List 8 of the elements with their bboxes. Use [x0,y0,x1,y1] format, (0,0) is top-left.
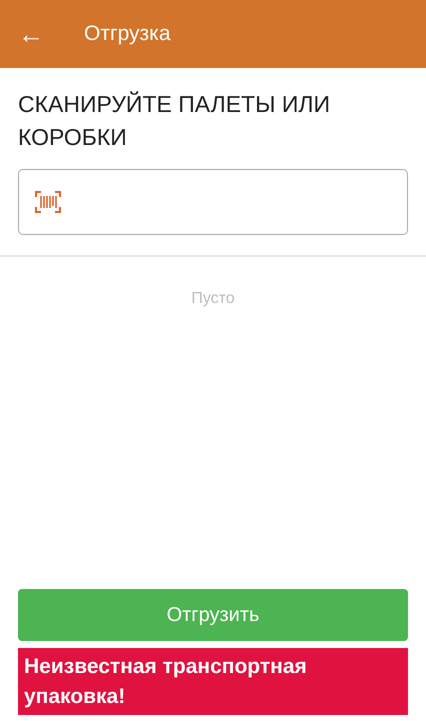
screen-title: Отгрузка [84,21,171,48]
back-button[interactable]: ← [0,21,56,47]
scan-field[interactable] [18,168,408,235]
scan-prompt: СКАНИРУЙТЕ ПАЛЕТЫ ИЛИ КОРОБКИ [18,90,332,152]
empty-list-text: Пусто [190,288,236,309]
ship-button[interactable]: Отгрузить [18,589,408,642]
error-message: Неизвестная транспортная упаковка! [18,648,408,715]
barcode-icon [35,190,61,213]
